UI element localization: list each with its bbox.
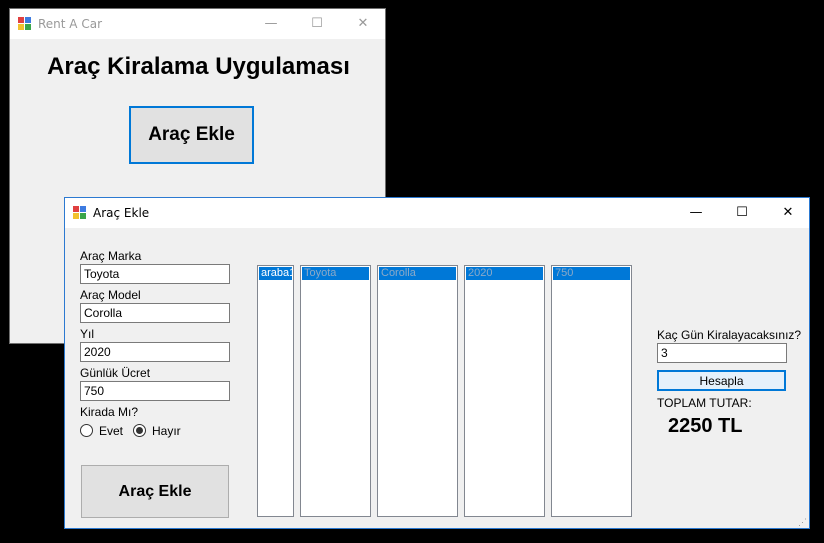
list-item[interactable]: 750 [553, 267, 630, 280]
days-label: Kaç Gün Kiralayacaksınız? [657, 328, 802, 342]
list-item[interactable]: Toyota [302, 267, 369, 280]
dialog-add-car-button[interactable]: Araç Ekle [81, 465, 229, 518]
minimize-icon[interactable]: — [673, 198, 719, 228]
maximize-icon[interactable]: ☐ [719, 198, 765, 228]
total-value: 2250 TL [668, 415, 743, 437]
listbox-model[interactable]: Corolla [377, 265, 458, 517]
calculate-button[interactable]: Hesapla [657, 370, 786, 391]
listbox-brand[interactable]: Toyota [300, 265, 371, 517]
year-input[interactable] [80, 342, 230, 362]
dialog-titlebar[interactable]: Araç Ekle — ☐ ✕ [65, 198, 809, 228]
radio-yes-label[interactable]: Evet [99, 424, 123, 438]
minimize-icon[interactable]: — [248, 9, 294, 39]
listbox-id[interactable]: araba1 [257, 265, 294, 517]
listbox-fee[interactable]: 750 [551, 265, 632, 517]
days-input[interactable] [657, 343, 787, 363]
radio-no[interactable] [133, 424, 146, 437]
daily-fee-input[interactable] [80, 381, 230, 401]
brand-label: Araç Marka [80, 249, 142, 263]
brand-input[interactable] [80, 264, 230, 284]
maximize-icon[interactable]: ☐ [294, 9, 340, 39]
close-icon[interactable]: ✕ [765, 198, 811, 228]
app-icon [73, 206, 87, 220]
main-titlebar[interactable]: Rent A Car — ☐ ✕ [10, 9, 385, 39]
close-icon[interactable]: ✕ [340, 9, 386, 39]
resize-grip-icon[interactable]: ⋰ [798, 518, 807, 527]
radio-yes[interactable] [80, 424, 93, 437]
daily-fee-label: Günlük Ücret [80, 366, 151, 380]
app-icon [18, 17, 32, 31]
list-item[interactable]: Corolla [379, 267, 456, 280]
main-window-title: Rent A Car [38, 17, 102, 31]
year-label: Yıl [80, 327, 95, 341]
listbox-year[interactable]: 2020 [464, 265, 545, 517]
rented-label: Kirada Mı? [80, 405, 139, 419]
total-label: TOPLAM TUTAR: [657, 396, 752, 410]
model-input[interactable] [80, 303, 230, 323]
add-car-dialog: Araç Ekle — ☐ ✕ Araç Marka Araç Model Yı… [64, 197, 810, 529]
list-item[interactable]: 2020 [466, 267, 543, 280]
dialog-title: Araç Ekle [93, 206, 150, 220]
main-heading: Araç Kiralama Uygulaması [47, 53, 350, 80]
list-item[interactable]: araba1 [259, 267, 292, 280]
radio-selected-dot [136, 427, 143, 434]
radio-no-label[interactable]: Hayır [152, 424, 181, 438]
main-add-car-button[interactable]: Araç Ekle [129, 106, 254, 164]
model-label: Araç Model [80, 288, 141, 302]
